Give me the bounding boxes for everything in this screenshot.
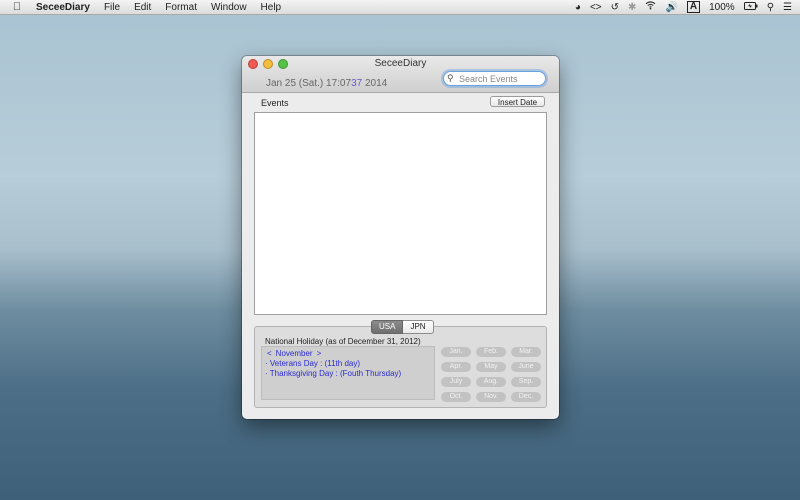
battery-percent[interactable]: 100%	[709, 2, 735, 13]
holiday-item: · Thanksgiving Day : (Fouth Thursday)	[265, 369, 402, 378]
next-month-button[interactable]: >	[317, 349, 322, 359]
title-bar: SeceeDiary Jan 25 (Sat.) 17:0737 2014 ⚲	[242, 56, 559, 93]
month-button-mar[interactable]: Mar.	[511, 347, 541, 357]
events-label: Events	[261, 98, 289, 108]
spotlight-search-icon[interactable]: ⚲	[767, 2, 774, 13]
prev-month-button[interactable]: <	[267, 349, 272, 359]
bluetooth-icon[interactable]: ✱	[628, 2, 636, 13]
tab-jpn[interactable]: JPN	[403, 320, 434, 334]
month-button-aug[interactable]: Aug.	[476, 377, 506, 387]
month-button-apr[interactable]: Apr.	[441, 362, 471, 372]
month-button-feb[interactable]: Feb.	[476, 347, 506, 357]
sync-icon[interactable]: ◕	[575, 2, 581, 13]
year-text: 2014	[364, 78, 388, 89]
search-input[interactable]	[457, 72, 545, 85]
volume-icon[interactable]: 🔊	[665, 2, 677, 13]
month-button-may[interactable]: May	[476, 362, 506, 372]
date-time-text: Jan 25 (Sat.) 17:07	[266, 78, 352, 89]
current-month-label: November	[275, 349, 313, 358]
month-button-sep[interactable]: Sep.	[511, 377, 541, 387]
month-navigator: < November >	[265, 349, 431, 359]
menu-edit[interactable]: Edit	[134, 2, 151, 13]
tab-usa[interactable]: USA	[371, 320, 404, 334]
country-tabs: USA JPN	[371, 320, 434, 334]
time-machine-icon[interactable]: ↺	[611, 2, 619, 13]
seceediary-window: SeceeDiary Jan 25 (Sat.) 17:0737 2014 ⚲ …	[242, 56, 559, 419]
window-title: SeceeDiary	[374, 58, 427, 69]
holiday-panel: National Holiday (as of December 31, 201…	[254, 326, 547, 408]
holiday-caption: National Holiday (as of December 31, 201…	[265, 337, 421, 346]
apple-icon[interactable]: 	[10, 1, 24, 13]
month-button-dec[interactable]: Dec.	[511, 392, 541, 402]
month-button-jul[interactable]: July	[441, 377, 471, 387]
menu-file[interactable]: File	[104, 2, 120, 13]
wifi-icon[interactable]	[645, 1, 656, 13]
menu-format[interactable]: Format	[165, 2, 197, 13]
month-button-jun[interactable]: June	[511, 362, 541, 372]
code-icon[interactable]: <>	[590, 2, 602, 13]
holiday-item: · Veterans Day : (11th day)	[265, 359, 361, 368]
month-button-oct[interactable]: Oct.	[441, 392, 471, 402]
input-source-icon[interactable]: A	[686, 1, 701, 13]
search-icon: ⚲	[447, 73, 454, 83]
search-field[interactable]: ⚲	[443, 71, 546, 86]
month-button-nov[interactable]: Nov.	[476, 392, 506, 402]
week-number: 37	[351, 78, 363, 89]
battery-icon[interactable]	[743, 1, 758, 13]
menu-window[interactable]: Window	[211, 2, 247, 13]
menu-help[interactable]: Help	[261, 2, 282, 13]
current-date: Jan 25 (Sat.) 17:0737 2014	[266, 78, 387, 89]
status-area: ◕ <> ↺ ✱ 🔊 A 100% ⚲ ☰	[575, 0, 792, 14]
month-buttons: Jan. Feb. Mar. Apr. May June July Aug. S…	[441, 347, 543, 402]
menu-bar:  SeceeDiary File Edit Format Window Hel…	[0, 0, 800, 15]
holiday-list: < November > · Veterans Day : (11th day)…	[261, 346, 435, 400]
events-text-area[interactable]	[254, 112, 547, 315]
insert-date-button[interactable]: Insert Date	[490, 96, 545, 107]
menu-app-name[interactable]: SeceeDiary	[36, 2, 90, 13]
month-button-jan[interactable]: Jan.	[441, 347, 471, 357]
notification-center-icon[interactable]: ☰	[783, 2, 792, 13]
